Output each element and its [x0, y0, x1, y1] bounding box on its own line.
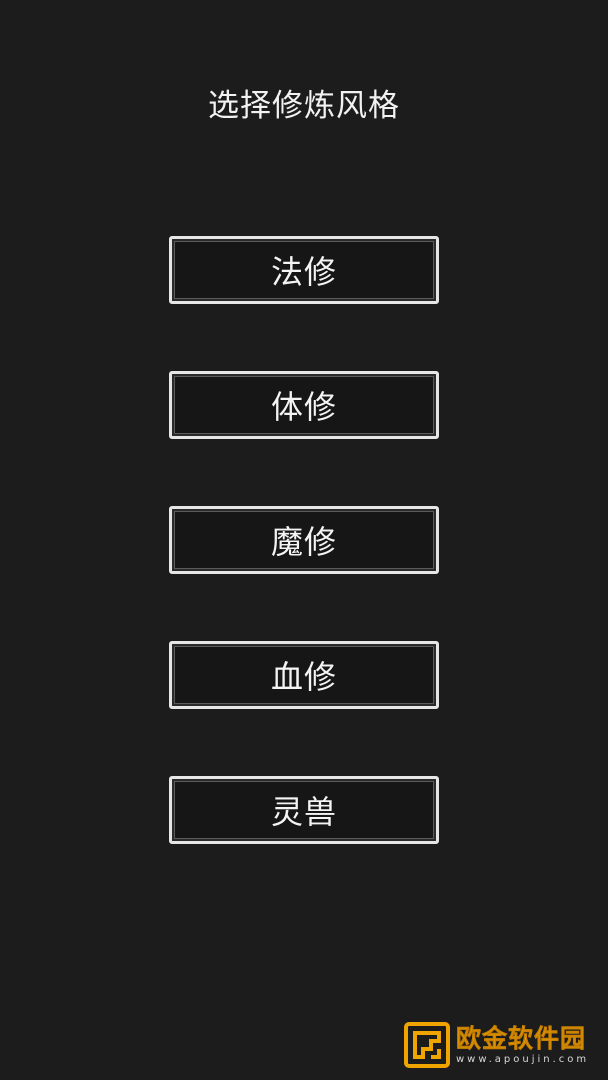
watermark-name: 欧金软件园 [456, 1024, 587, 1054]
cultivation-style-screen: 选择修炼风格 法修 体修 魔修 血修 灵兽 欧金软件园 www.apoujin.… [0, 0, 608, 1080]
choice-mo-xiu-button[interactable]: 魔修 [169, 506, 439, 574]
choice-ling-shou-button[interactable]: 灵兽 [169, 776, 439, 844]
watermark-text: 欧金软件园 www.apoujin.com [456, 1024, 589, 1066]
choice-fa-xiu-button[interactable]: 法修 [169, 236, 439, 304]
apoujin-logo-icon [404, 1022, 450, 1068]
page-title: 选择修炼风格 [208, 88, 400, 124]
site-watermark: 欧金软件园 www.apoujin.com [404, 1016, 600, 1074]
style-choice-list: 法修 体修 魔修 血修 灵兽 [169, 236, 439, 911]
watermark-url: www.apoujin.com [456, 1054, 590, 1065]
choice-xue-xiu-button[interactable]: 血修 [169, 641, 439, 709]
choice-ti-xiu-button[interactable]: 体修 [169, 371, 439, 439]
